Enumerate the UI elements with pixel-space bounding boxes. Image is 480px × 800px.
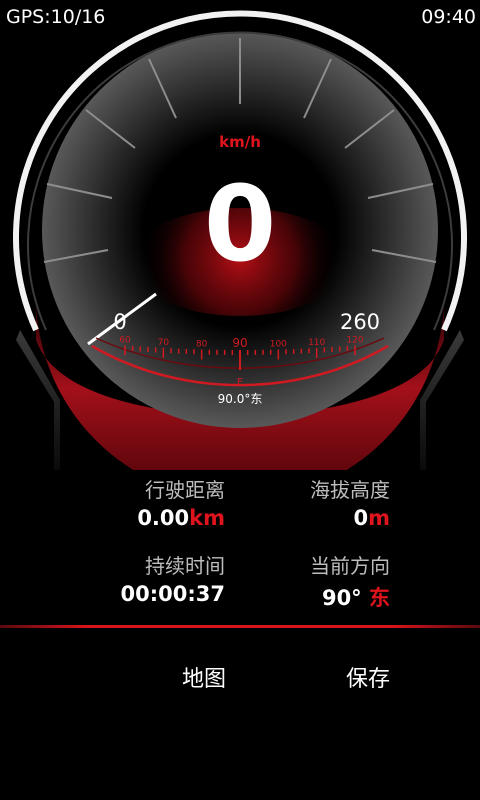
compass-tick-label: 90 — [232, 336, 247, 350]
heading-value: 90° — [321, 586, 362, 610]
heading-unit: 东 — [369, 586, 390, 610]
altitude-stat: 海拔高度 0m — [260, 474, 390, 534]
altitude-label: 海拔高度 — [310, 478, 390, 502]
gauge-max-label: 260 — [340, 310, 380, 334]
duration-stat: 持续时间 00:00:37 — [100, 550, 225, 610]
heading-stat: 当前方向 90° 东 — [260, 550, 390, 610]
distance-value: 0.00 — [137, 506, 190, 530]
compass-tick-label: 70 — [158, 338, 170, 348]
speed-value: 0 — [204, 163, 276, 285]
heading-label: 当前方向 — [310, 554, 390, 578]
distance-unit: km — [189, 506, 225, 530]
compass-marker: E — [237, 377, 243, 388]
compass-tick-label: 110 — [308, 338, 325, 348]
duration-label: 持续时间 — [145, 554, 225, 578]
altitude-unit: m — [368, 506, 390, 530]
duration-value: 00:00:37 — [120, 582, 225, 606]
distance-stat: 行驶距离 0.00km — [100, 474, 225, 534]
map-button[interactable]: 地图 — [150, 662, 226, 698]
left-bezel-leg — [16, 330, 60, 470]
save-button[interactable]: 保存 — [310, 662, 390, 698]
gauge-min-label: 0 — [113, 310, 126, 334]
distance-label: 行驶距离 — [145, 478, 225, 502]
compass-tick-label: 120 — [346, 335, 363, 345]
speedometer-gauge: 60 70 80 90 100 110 120 E km/h 0 0 260 90.0°东 — [13, 10, 467, 470]
speed-unit: km/h — [219, 133, 261, 151]
heading-readout: 90.0°东 — [218, 392, 263, 406]
compass-tick-label: 100 — [270, 339, 287, 349]
compass-tick-label: 60 — [119, 335, 131, 345]
right-bezel-leg — [420, 330, 464, 470]
section-divider — [0, 625, 480, 628]
altitude-value: 0 — [353, 506, 369, 530]
compass-tick-label: 80 — [196, 339, 208, 349]
